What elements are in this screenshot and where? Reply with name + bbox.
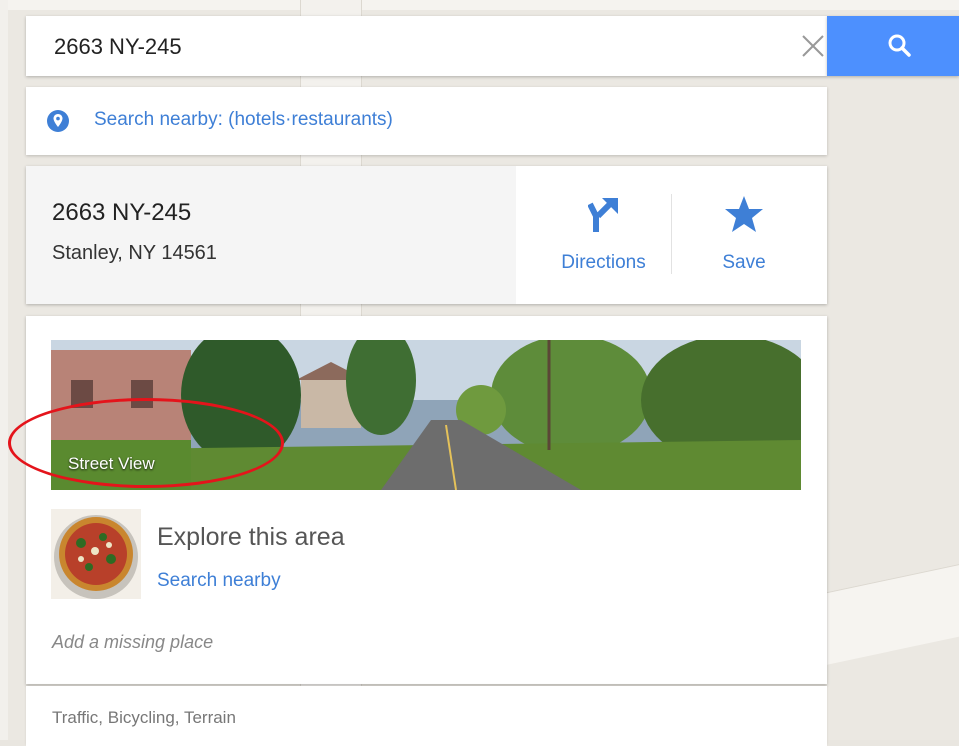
street-view-image [51, 340, 801, 490]
save-button[interactable]: Save [689, 166, 799, 304]
place-details-panel: Street View Explore this area Search nea… [26, 316, 827, 684]
search-input[interactable] [52, 16, 776, 78]
street-view-label: Street View [68, 454, 155, 473]
map-pin-icon [47, 110, 69, 132]
action-divider [671, 194, 672, 274]
street-view-thumbnail[interactable]: Street View [51, 340, 801, 490]
save-label: Save [722, 252, 766, 273]
search-button[interactable] [827, 16, 959, 76]
place-info: 2663 NY-245 Stanley, NY 14561 [26, 166, 516, 304]
map-layers-row: Traffic, Bicycling, Terrain [26, 686, 827, 746]
explore-area-title: Explore this area [157, 523, 345, 551]
star-icon [725, 196, 763, 232]
close-icon [802, 35, 824, 57]
search-icon [888, 34, 911, 57]
map-top-strip [0, 0, 959, 10]
search-box [26, 16, 828, 78]
map-layers-link[interactable]: Traffic, Bicycling, Terrain [52, 708, 236, 728]
search-nearby-row: Search nearby: (hotels·restaurants) [26, 87, 827, 155]
clear-search-button[interactable] [798, 31, 828, 61]
directions-button[interactable]: Directions [536, 166, 671, 304]
place-card: 2663 NY-245 Stanley, NY 14561 Directions… [26, 166, 827, 304]
explore-area-thumbnail[interactable] [51, 509, 141, 599]
place-title: 2663 NY-245 [52, 199, 192, 226]
place-address: Stanley, NY 14561 [52, 242, 217, 264]
directions-icon [588, 198, 618, 232]
add-missing-place-link[interactable]: Add a missing place [52, 632, 213, 653]
search-nearby-link[interactable]: Search nearby: (hotels·restaurants) [94, 109, 393, 131]
explore-search-nearby-link[interactable]: Search nearby [157, 570, 281, 592]
directions-label: Directions [561, 252, 646, 273]
map-left-edge [0, 0, 8, 740]
